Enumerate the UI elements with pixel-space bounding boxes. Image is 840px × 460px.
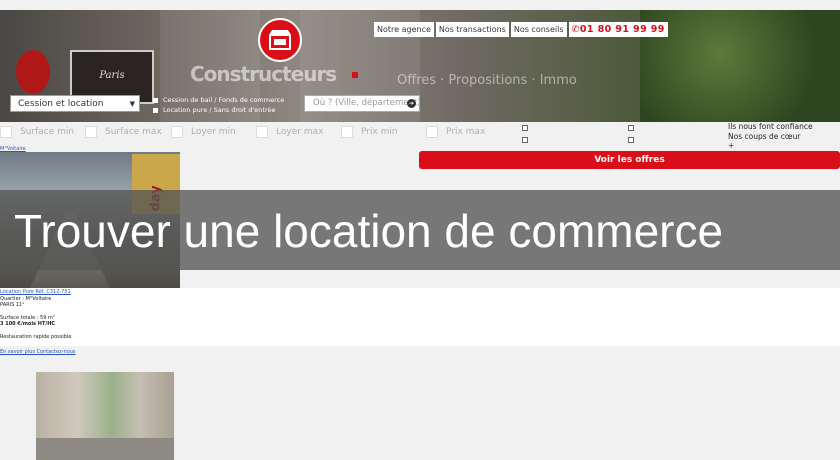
filter-surface-min[interactable]: Surface min — [0, 126, 74, 138]
filter-label: Prix max — [446, 127, 486, 137]
shop-sign-icon — [16, 50, 50, 94]
filter-label: Surface min — [20, 127, 75, 137]
location-input[interactable]: Où ? (Ville, département) ➔ — [304, 95, 420, 112]
ghost-nav: Offres · Propositions · Immo — [397, 73, 577, 88]
brand-dot — [352, 72, 358, 78]
filter-checkbox[interactable] — [0, 126, 12, 138]
type-select-value: Cession et location — [18, 99, 104, 109]
side-link-confiance[interactable]: Ils nous font confiance — [728, 122, 813, 132]
page-title: Trouver une location de commerce — [14, 205, 724, 257]
side-link-coups[interactable]: Nos coups de cœur — [728, 132, 813, 142]
brand-name: Constructeurs — [190, 62, 337, 86]
phone-icon: ✆ — [571, 24, 580, 35]
filter-checkbox[interactable] — [85, 126, 97, 138]
nav-transactions[interactable]: Nos transactions — [435, 22, 509, 37]
filter-label: Loyer min — [191, 127, 236, 137]
filter-checkbox[interactable] — [171, 126, 183, 138]
listing-more-link[interactable]: En savoir plus Contactez-nous — [0, 349, 140, 356]
tree — [640, 10, 840, 122]
phone-number: 01 80 91 99 99 — [579, 24, 665, 35]
filter-checkbox[interactable] — [256, 126, 268, 138]
shop-icon — [269, 30, 291, 50]
filter-checkbox[interactable] — [341, 126, 353, 138]
top-nav: Notre agence Nos transactions Nos consei… — [374, 22, 668, 37]
filter-label: Surface max — [105, 127, 162, 137]
nav-agence[interactable]: Notre agence — [374, 22, 434, 37]
filter-surface-max[interactable]: Surface max — [85, 126, 162, 138]
option-checkbox[interactable] — [522, 125, 528, 131]
second-listing-photo[interactable] — [36, 372, 174, 460]
option-checkbox[interactable] — [628, 137, 634, 143]
location-placeholder: Où ? (Ville, département) — [313, 98, 420, 108]
shop-sign-text: Paris — [99, 70, 125, 81]
nav-conseils[interactable]: Nos conseils — [510, 22, 567, 37]
chevron-down-icon: ▼ — [129, 100, 135, 108]
search-go-icon[interactable]: ➔ — [407, 99, 416, 108]
type-select[interactable]: Cession et location ▼ — [10, 95, 140, 112]
listing-details: Location Pure Réf. C312-751 Quartier : M… — [0, 289, 140, 356]
radio-location[interactable]: Location pure / Sans droit d'entrée — [153, 105, 284, 115]
filter-prix-min[interactable]: Prix min — [341, 126, 398, 138]
radio-group: Cession de bail / Fonds de commerce Loca… — [153, 95, 284, 115]
radio-location-label: Location pure / Sans droit d'entrée — [163, 106, 276, 114]
filter-checkbox[interactable] — [426, 126, 438, 138]
filter-row: Surface min Surface max Loyer min Loyer … — [0, 126, 520, 138]
title-banner: Trouver une location de commerce — [0, 190, 840, 270]
brand-logo[interactable] — [258, 18, 302, 62]
filter-loyer-max[interactable]: Loyer max — [256, 126, 323, 138]
radio-icon — [153, 107, 158, 113]
filter-loyer-min[interactable]: Loyer min — [171, 126, 236, 138]
option-checkbox[interactable] — [628, 125, 634, 131]
phone-link[interactable]: ✆01 80 91 99 99 — [568, 22, 668, 37]
side-link-more[interactable]: + — [728, 141, 813, 151]
filter-prix-max[interactable]: Prix max — [426, 126, 485, 138]
radio-cession[interactable]: Cession de bail / Fonds de commerce — [153, 95, 284, 105]
filter-label: Prix min — [361, 127, 398, 137]
radio-icon — [153, 97, 158, 103]
filter-label: Loyer max — [276, 127, 324, 137]
side-links: Ils nous font confiance Nos coups de cœu… — [728, 122, 813, 151]
option-checkbox[interactable] — [522, 137, 528, 143]
radio-cession-label: Cession de bail / Fonds de commerce — [163, 96, 285, 104]
road-image — [36, 438, 174, 460]
view-offers-button[interactable]: Voir les offres — [419, 151, 840, 169]
